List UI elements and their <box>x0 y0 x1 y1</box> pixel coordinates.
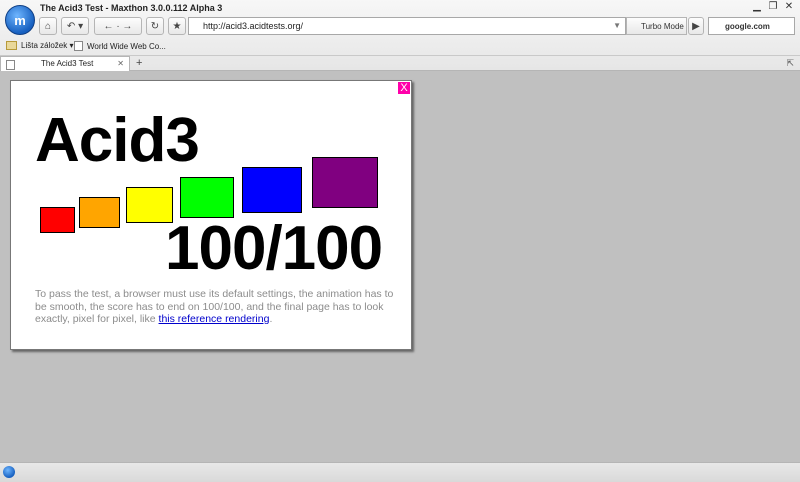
test-box-2 <box>79 197 120 228</box>
undo-button[interactable]: ↶ ▾ <box>61 17 89 35</box>
instructions-text: To pass the test, a browser must use its… <box>35 288 395 326</box>
minimize-icon[interactable]: ▁ <box>752 1 762 12</box>
browser-chrome: m The Acid3 Test - Maxthon 3.0.0.112 Alp… <box>0 0 800 71</box>
new-tab-button[interactable]: + <box>136 57 142 69</box>
star-icon: ★ <box>172 20 182 32</box>
search-input[interactable]: google.com <box>725 22 770 31</box>
tab-bar: The Acid3 Test ✕ + ⇱ <box>0 55 800 71</box>
folder-icon <box>6 41 17 50</box>
undo-icon: ↶ ▾ <box>66 20 84 32</box>
close-tab-icon[interactable]: ✕ <box>117 59 124 68</box>
home-icon: ⌂ <box>44 20 52 32</box>
test-box-1 <box>40 207 75 233</box>
refresh-icon: ↻ <box>150 20 160 32</box>
test-box-6 <box>312 157 378 208</box>
turbo-label: Turbo Mode <box>641 21 684 31</box>
arrows-icon: ← · → <box>103 20 133 32</box>
bookmark-folder[interactable]: Lišta záložek ▾ <box>6 41 73 50</box>
search-box[interactable]: google.com <box>708 17 795 35</box>
page-icon <box>74 41 83 51</box>
home-button[interactable]: ⌂ <box>39 17 57 35</box>
acid3-test-panel: X Acid3 100/100 To pass the test, a brow… <box>10 80 412 350</box>
status-bar <box>0 462 800 482</box>
bookmark-label: Lišta záložek ▾ <box>21 41 74 50</box>
window-title: The Acid3 Test - Maxthon 3.0.0.112 Alpha… <box>40 3 223 13</box>
instructions-end: . <box>269 313 273 325</box>
page-title: Acid3 <box>35 106 200 175</box>
tab-acid3[interactable]: The Acid3 Test ✕ <box>0 56 130 71</box>
turbo-mode-button[interactable]: Turbo Mode <box>626 17 687 35</box>
page-icon <box>6 60 15 70</box>
bookmarks-bar: Lišta záložek ▾ World Wide Web Co... <box>0 38 800 54</box>
chevron-down-icon[interactable]: ▼ <box>613 21 621 30</box>
window-controls: ▁ ❐ ✕ <box>752 1 794 12</box>
bookmark-label: World Wide Web Co... <box>87 41 166 51</box>
maxthon-status-icon[interactable] <box>3 466 15 478</box>
play-icon: ▶ <box>692 20 700 32</box>
favorite-button[interactable]: ★ <box>168 17 186 35</box>
test-box-4 <box>180 177 234 218</box>
restore-tab-icon[interactable]: ⇱ <box>786 58 794 69</box>
maxthon-logo-icon[interactable]: m <box>5 5 35 35</box>
close-window-icon[interactable]: ✕ <box>784 1 794 12</box>
restore-icon[interactable]: ❐ <box>768 1 778 12</box>
go-button[interactable]: ▶ <box>688 17 704 35</box>
address-input[interactable]: http://acid3.acidtests.org/ <box>203 21 303 31</box>
reference-rendering-link[interactable]: this reference rendering <box>159 313 270 325</box>
back-forward-buttons[interactable]: ← · → <box>94 17 142 35</box>
test-box-5 <box>242 167 302 213</box>
address-bar[interactable]: http://acid3.acidtests.org/ ▼ <box>188 17 626 35</box>
score-display: 100/100 <box>165 214 383 283</box>
close-panel-button[interactable]: X <box>398 82 410 94</box>
refresh-button[interactable]: ↻ <box>146 17 164 35</box>
bookmark-item[interactable]: World Wide Web Co... <box>74 41 166 51</box>
tab-label: The Acid3 Test <box>41 59 94 68</box>
